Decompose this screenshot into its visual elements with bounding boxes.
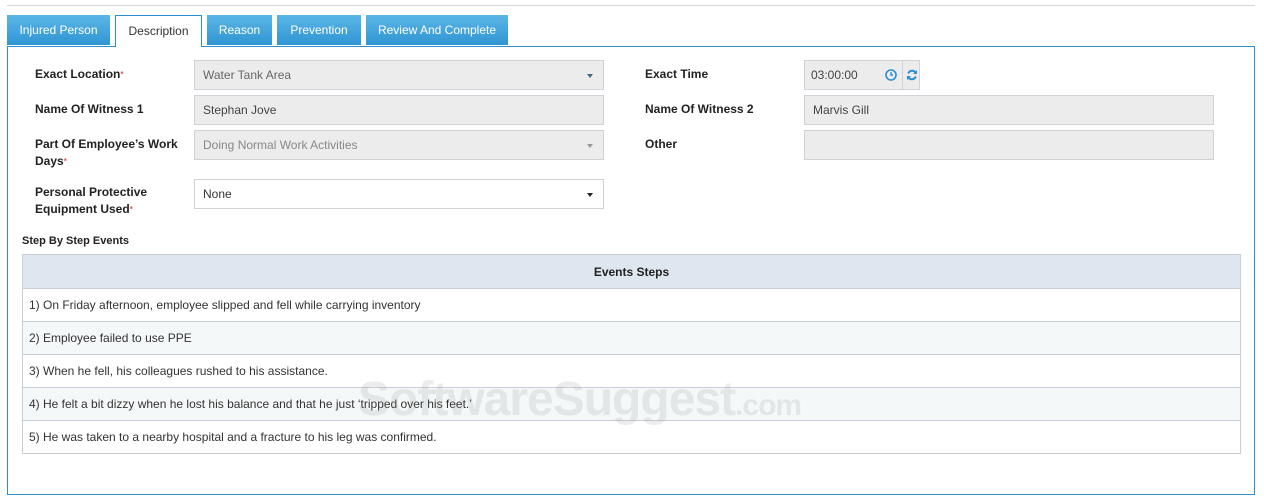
exact-time-label: Exact Time (645, 67, 709, 81)
chevron-down-icon (587, 74, 593, 78)
witness1-input[interactable]: Stephan Jove (194, 95, 604, 125)
tab-injured-person[interactable]: Injured Person (7, 15, 110, 45)
refresh-time-button[interactable] (902, 60, 920, 90)
tab-reason[interactable]: Reason (207, 15, 272, 45)
witness2-input[interactable]: Marvis Gill (804, 95, 1214, 125)
events-column-header: Events Steps (22, 254, 1241, 289)
tab-prevention[interactable]: Prevention (277, 15, 361, 45)
table-row[interactable]: 1) On Friday afternoon, employee slipped… (22, 288, 1241, 322)
other-input[interactable] (804, 130, 1214, 160)
witness2-label: Name Of Witness 2 (645, 102, 754, 116)
refresh-icon (907, 69, 917, 81)
ppe-select[interactable]: None (194, 179, 604, 209)
other-label: Other (645, 137, 678, 151)
chevron-down-icon (587, 193, 593, 197)
work-days-label: Part Of Employee’s Work Days* (35, 137, 178, 168)
work-days-select[interactable]: Doing Normal Work Activities (194, 130, 604, 160)
clock-icon[interactable] (885, 69, 897, 81)
top-divider (7, 5, 1255, 6)
step-by-step-title: Step By Step Events (22, 235, 129, 247)
exact-time-input[interactable]: 03:00:00 (804, 60, 903, 90)
watermark: SoftwareSuggest.com (358, 373, 802, 426)
tab-description[interactable]: Description (115, 15, 202, 47)
ppe-label: Personal Protective Equipment Used* (35, 185, 148, 216)
chevron-down-icon (587, 144, 593, 148)
exact-location-label: Exact Location* (35, 67, 124, 81)
witness1-label: Name Of Witness 1 (35, 102, 144, 116)
exact-location-select[interactable]: Water Tank Area (194, 60, 604, 90)
tab-review-and-complete[interactable]: Review And Complete (366, 15, 508, 45)
table-row[interactable]: 2) Employee failed to use PPE (22, 321, 1241, 355)
